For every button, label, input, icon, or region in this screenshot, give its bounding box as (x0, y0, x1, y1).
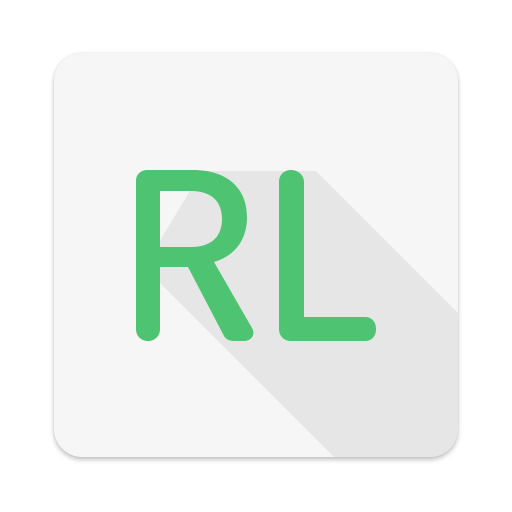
app-icon[interactable]: RL (54, 53, 458, 457)
letter-l (279, 170, 376, 341)
icon-stage: RL (0, 0, 512, 512)
monogram-logo: RL (136, 170, 376, 341)
monogram-letters (136, 170, 376, 341)
letter-r (136, 170, 254, 341)
